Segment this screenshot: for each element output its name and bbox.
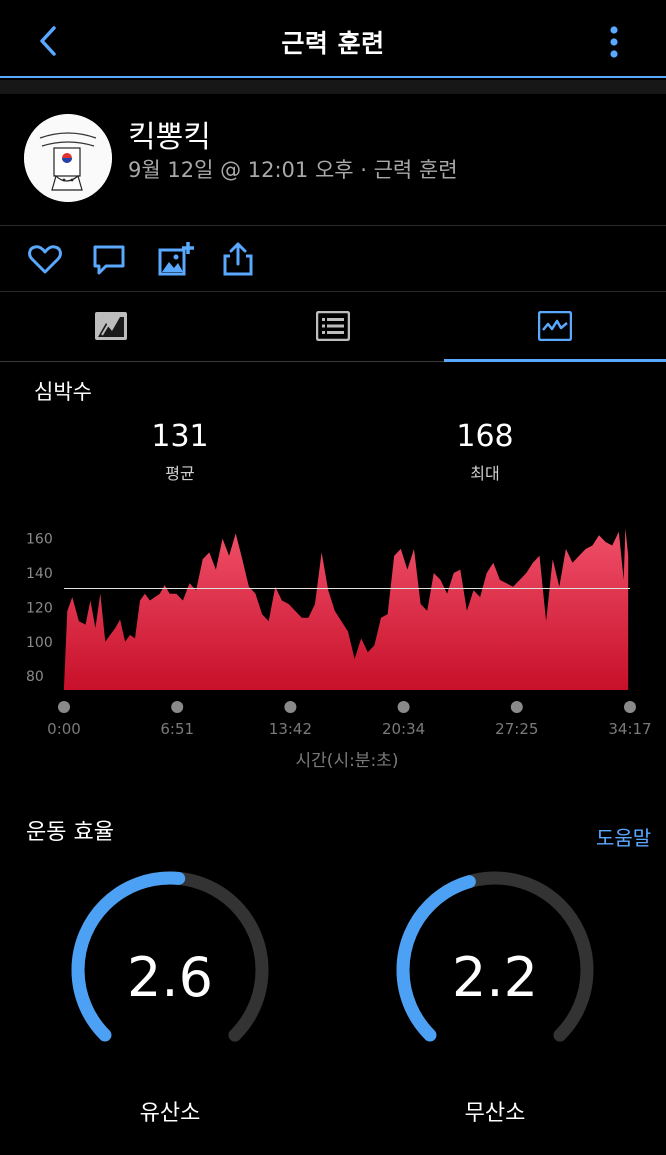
x-tick-label: 13:42 — [269, 720, 312, 738]
chart-icon — [538, 311, 572, 341]
x-tick-marker — [510, 701, 523, 713]
anaerobic-label: 무산소 — [464, 1101, 526, 1126]
activity-header: 킥뽕킥 9월 12일 @ 12:01 오후 · 근력 훈련 — [0, 94, 666, 226]
comment-icon[interactable] — [90, 240, 128, 278]
user-name[interactable]: 킥뽕킥 — [128, 112, 211, 156]
y-tick-label: 160 — [26, 532, 53, 548]
tab-charts[interactable] — [444, 292, 666, 362]
max-value: 168 — [456, 419, 514, 454]
efficiency-title: 운동 효율 — [26, 820, 114, 845]
y-tick-label: 120 — [26, 600, 53, 616]
x-tick-label: 0:00 — [47, 720, 81, 738]
max-label: 최대 — [470, 464, 500, 483]
summary-icon — [95, 312, 127, 340]
divider-band — [0, 80, 666, 94]
tab-summary[interactable] — [0, 292, 222, 362]
add-photo-icon[interactable] — [156, 240, 194, 278]
page-title: 근력 훈련 — [281, 29, 385, 58]
anaerobic-value: 2.2 — [452, 946, 538, 1009]
x-tick-marker — [171, 701, 184, 713]
tab-list[interactable] — [222, 292, 444, 362]
x-tick-label: 34:17 — [608, 720, 651, 738]
heart-icon[interactable] — [26, 240, 64, 278]
average-value: 131 — [151, 419, 209, 454]
action-bar — [0, 226, 666, 292]
more-options-icon[interactable] — [602, 24, 626, 60]
anaerobic-gauge: 2.2 — [385, 870, 605, 1090]
y-tick-label: 80 — [26, 669, 44, 685]
x-tick-label: 6:51 — [160, 720, 194, 738]
list-icon — [316, 311, 350, 341]
x-tick-marker — [58, 701, 70, 713]
x-axis-label: 시간(시:분:초) — [296, 751, 399, 771]
help-link[interactable]: 도움말 — [596, 822, 651, 851]
share-icon[interactable] — [219, 240, 257, 278]
aerobic-value: 2.6 — [127, 946, 213, 1009]
average-heart-rate: 131 평균 — [120, 420, 240, 484]
tab-bar — [0, 292, 666, 362]
x-tick-marker — [624, 701, 636, 713]
avatar-image-icon — [24, 114, 112, 202]
activity-meta: 9월 12일 @ 12:01 오후 · 근력 훈련 — [128, 158, 458, 182]
top-bar: 근력 훈련 — [0, 0, 666, 78]
x-tick-label: 27:25 — [495, 720, 538, 738]
y-tick-label: 100 — [26, 635, 53, 651]
x-tick-label: 20:34 — [382, 720, 425, 738]
y-tick-label: 140 — [26, 566, 53, 582]
x-tick-marker — [284, 701, 297, 713]
heart-rate-chart[interactable]: 160 140 120 100 80 0:00 6:51 13:42 20:34 27:25 34… — [0, 500, 666, 780]
average-label: 평균 — [165, 464, 195, 483]
heart-rate-area — [64, 528, 629, 690]
aerobic-label: 유산소 — [139, 1101, 201, 1126]
aerobic-gauge: 2.6 — [60, 870, 280, 1090]
x-tick-marker — [397, 701, 410, 713]
max-heart-rate: 168 최대 — [425, 420, 545, 484]
heart-rate-title: 심박수 — [34, 380, 92, 404]
avatar[interactable] — [24, 114, 112, 202]
